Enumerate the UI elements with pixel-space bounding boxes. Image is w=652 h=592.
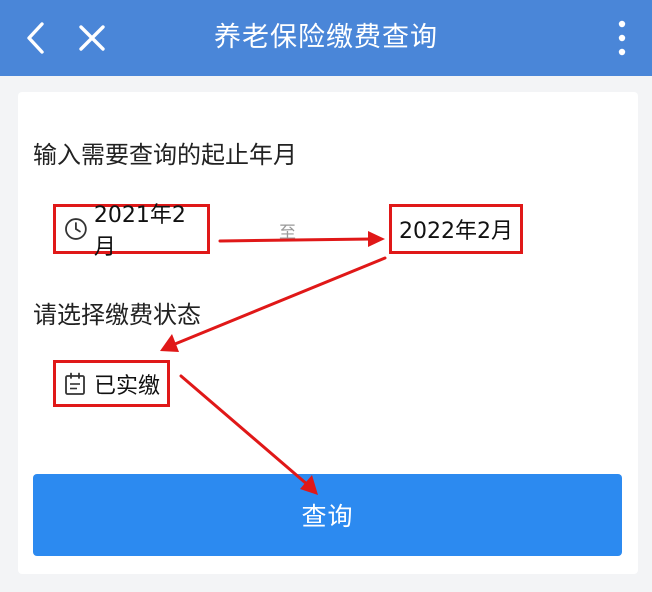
more-button[interactable] xyxy=(592,0,652,76)
start-date-value: 2021年2月 xyxy=(93,203,186,260)
more-vertical-icon xyxy=(618,20,626,56)
top-app-bar: 养老保险缴费查询 xyxy=(0,0,652,76)
date-range-label: 输入需要查询的起止年月 xyxy=(33,141,297,169)
status-label: 请选择缴费状态 xyxy=(33,301,201,329)
end-date-value: 2022年2月 xyxy=(399,219,513,244)
calendar-icon xyxy=(65,372,85,395)
query-button[interactable]: 查询 xyxy=(33,474,622,556)
status-selector[interactable]: 已实缴 xyxy=(53,360,170,407)
status-value: 已实缴 xyxy=(94,373,161,399)
end-date-picker[interactable]: 2022年2月 xyxy=(389,204,523,254)
start-date-picker[interactable]: 2021年2月 xyxy=(53,203,210,260)
query-button-label: 查询 xyxy=(301,502,354,531)
clock-icon xyxy=(65,218,87,240)
page-title: 养老保险缴费查询 xyxy=(214,22,438,53)
date-separator: 至 xyxy=(279,223,296,243)
